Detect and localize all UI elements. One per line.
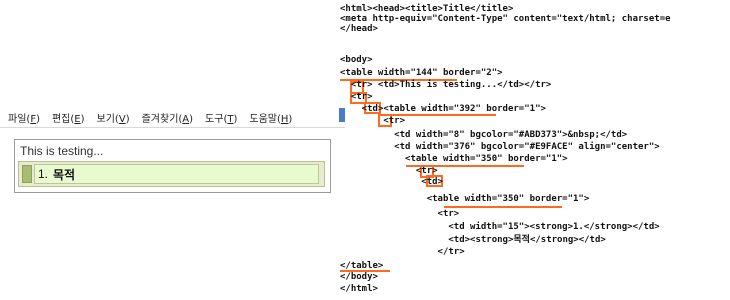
- code-line: <tr>: [340, 116, 406, 126]
- highlight-underline: [444, 206, 562, 208]
- code-line: <html><head><title>Title</title>: [340, 4, 514, 14]
- code-line: <td width="15"><strong>1.</strong></td>: [340, 222, 660, 232]
- item-title: 목적: [53, 167, 76, 182]
- code-line: <td>: [340, 177, 443, 187]
- code-line: <td><strong>목적</strong></td>: [340, 235, 606, 245]
- rendered-inner-table: 1. 목적: [18, 161, 325, 187]
- rendered-outer-table: This is testing... 1. 목적: [14, 139, 331, 193]
- code-line: <td width="376" bgcolor="#E9FACE" align=…: [340, 142, 660, 152]
- menu-favorites[interactable]: 즐겨찾기(A): [135, 110, 198, 125]
- menu-edit[interactable]: 편집(E): [45, 110, 90, 125]
- code-line: <tr> <td>This is testing...</td></tr>: [340, 80, 552, 90]
- code-line: </head>: [340, 24, 378, 34]
- code-line: <meta http-equiv="Content-Type" content=…: [340, 14, 671, 24]
- code-line: </body>: [340, 272, 378, 282]
- menu-tools[interactable]: 도구(T): [198, 110, 242, 125]
- color-strip-cell: [22, 165, 32, 183]
- code-line: </table>: [340, 261, 384, 271]
- code-line: <tr>: [340, 166, 438, 176]
- rendered-content-cell: 1. 목적: [34, 164, 319, 184]
- code-listing: <html><head><title>Title</title> <meta h…: [340, 0, 730, 300]
- code-line: <table width="144" border="2">: [340, 68, 503, 78]
- code-line: <td><table width="392" border="1">: [340, 104, 546, 114]
- menu-help[interactable]: 도움말(H): [242, 110, 297, 125]
- code-line: </tr>: [340, 247, 465, 257]
- code-line: <tr>: [340, 92, 373, 102]
- code-line: <table width="350" border="1">: [340, 154, 568, 164]
- item-number: 1.: [38, 167, 49, 181]
- code-line: <body>: [340, 55, 373, 65]
- menu-file[interactable]: 파일(F): [0, 110, 45, 125]
- code-line: </html>: [340, 284, 378, 294]
- menu-bar: 파일(F) 편집(E) 보기(V) 즐겨찾기(A) 도구(T) 도움말(H): [0, 107, 345, 128]
- code-line: <table width="350" border="1">: [340, 194, 590, 204]
- menu-view[interactable]: 보기(V): [90, 110, 135, 125]
- preview-text: This is testing...: [20, 144, 104, 158]
- code-line: <td width="8" bgcolor="#ABD373">&nbsp;</…: [340, 130, 628, 140]
- code-line: <tr>: [340, 209, 460, 219]
